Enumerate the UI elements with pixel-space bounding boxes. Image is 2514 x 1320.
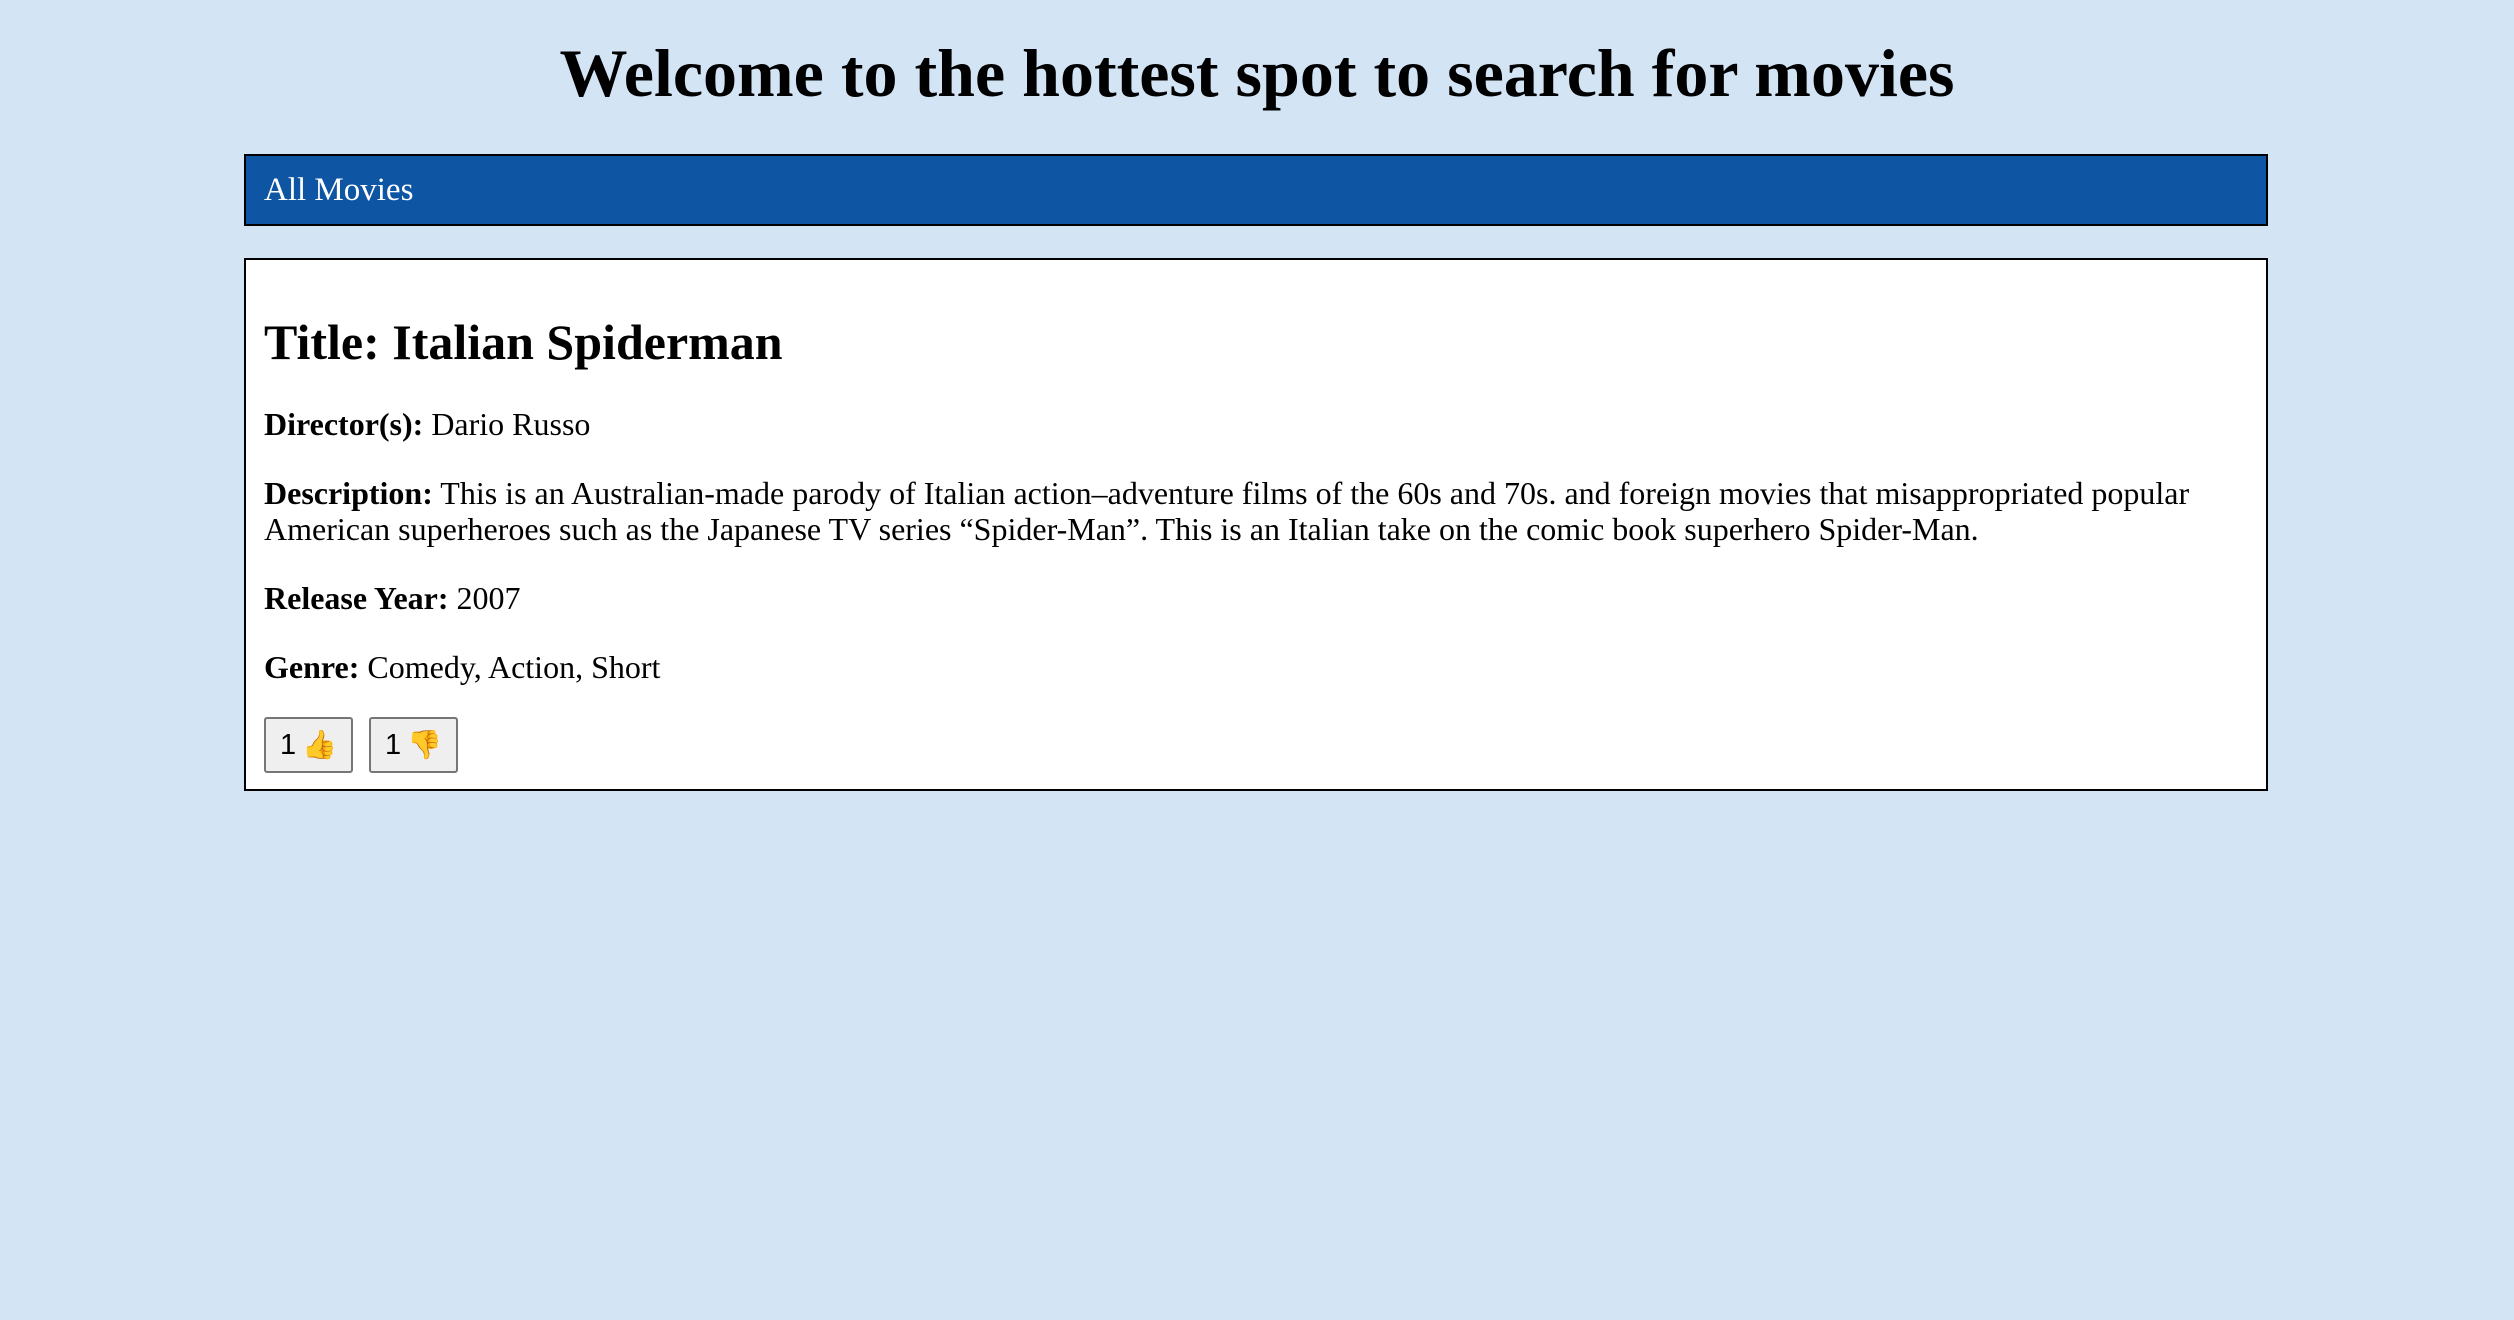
- like-count: 1: [279, 728, 297, 761]
- description-field: Description: This is an Australian-made …: [264, 475, 2248, 547]
- genre-value: Comedy, Action, Short: [367, 649, 661, 685]
- dislike-count: 1: [384, 728, 402, 761]
- dislike-button[interactable]: 1 👎: [369, 717, 458, 773]
- vote-buttons: 1 👍 1 👎: [264, 717, 2248, 773]
- thumbs-up-icon: 👍: [302, 729, 337, 760]
- description-label: Description:: [264, 475, 433, 511]
- description-value: This is an Australian-made parody of Ita…: [264, 475, 2190, 547]
- movie-card: Title: Italian Spiderman Director(s): Da…: [244, 258, 2268, 791]
- all-movies-link[interactable]: All Movies: [264, 172, 413, 209]
- genre-field: Genre: Comedy, Action, Short: [264, 649, 2248, 685]
- director-field: Director(s): Dario Russo: [264, 406, 2248, 442]
- movie-title: Title: Italian Spiderman: [264, 314, 2248, 370]
- director-value: Dario Russo: [431, 406, 591, 442]
- nav-bar: All Movies: [244, 154, 2268, 226]
- like-button[interactable]: 1 👍: [264, 717, 353, 773]
- genre-label: Genre:: [264, 649, 360, 685]
- movie-title-label: Title:: [264, 314, 380, 370]
- main-content: All Movies Title: Italian Spiderman Dire…: [244, 154, 2268, 791]
- thumbs-down-icon: 👎: [407, 729, 442, 760]
- release-year-value: 2007: [456, 580, 521, 616]
- release-year-field: Release Year: 2007: [264, 580, 2248, 616]
- movie-title-value: Italian Spiderman: [392, 314, 783, 370]
- page-title: Welcome to the hottest spot to search fo…: [559, 35, 1955, 111]
- release-year-label: Release Year:: [264, 580, 449, 616]
- director-label: Director(s):: [264, 406, 424, 442]
